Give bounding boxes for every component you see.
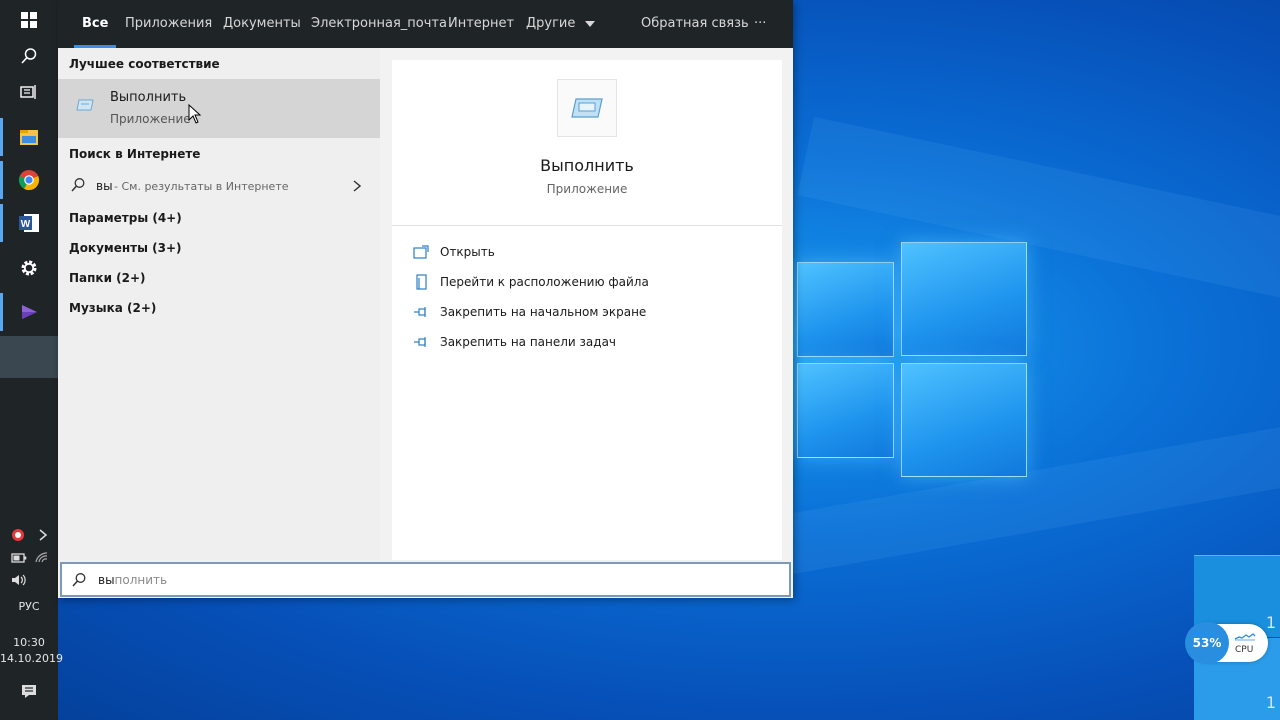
tray-expand-button[interactable] — [0, 526, 58, 544]
web-search-suffix: - См. результаты в Интернете — [114, 180, 289, 193]
taskbar-file-explorer[interactable] — [0, 118, 58, 156]
best-match-heading: Лучшее соответствие — [69, 57, 220, 71]
windows-logo-icon — [21, 12, 37, 28]
result-preview: Выполнить Приложение Открыть Перейти к р… — [392, 60, 782, 560]
task-view-button[interactable] — [0, 76, 58, 108]
run-app-icon — [76, 99, 94, 111]
taskbar-media-player[interactable] — [0, 293, 58, 331]
notification-icon — [22, 685, 36, 698]
tab-all[interactable]: Все — [73, 0, 118, 48]
category-settings[interactable]: Параметры (4+) — [69, 211, 182, 225]
search-typed-text: вы — [98, 572, 115, 587]
web-search-query: вы — [96, 179, 113, 193]
action-open-file-location-label: Перейти к расположению файла — [440, 275, 649, 289]
windows-logo-pane — [901, 242, 1027, 356]
tab-web[interactable]: Интернет — [448, 0, 514, 48]
cpu-counter-bottom: 1 — [1265, 693, 1276, 712]
windows-logo-pane — [901, 363, 1027, 477]
results-list: Лучшее соответствие Выполнить Приложение… — [58, 48, 380, 560]
start-button[interactable] — [0, 4, 58, 36]
tab-other-label: Другие — [526, 16, 576, 31]
action-open-file-location[interactable]: Перейти к расположению файла — [412, 271, 649, 293]
search-input[interactable]: вы полнить — [60, 562, 791, 597]
action-pin-start[interactable]: Закрепить на начальном экране — [412, 301, 646, 323]
file-location-icon — [412, 274, 430, 290]
chevron-right-icon — [353, 180, 361, 192]
tab-apps[interactable]: Приложения — [125, 0, 212, 48]
best-match-title: Выполнить — [110, 90, 187, 105]
windows-logo-pane — [797, 363, 894, 458]
svg-text:W: W — [21, 219, 31, 230]
taskbar: W РУС 10:30 14.10.2019 — [0, 0, 63, 720]
web-search-result[interactable]: вы - См. результаты в Интернете — [58, 173, 380, 199]
tray-volume[interactable] — [0, 572, 58, 588]
word-icon: W — [19, 214, 39, 232]
action-open-label: Открыть — [440, 245, 495, 259]
tray-wifi[interactable] — [0, 550, 58, 566]
more-options-button[interactable]: ··· — [754, 0, 766, 48]
taskbar-active-window[interactable] — [0, 336, 58, 378]
feedback-link[interactable]: Обратная связь — [641, 0, 749, 48]
category-music[interactable]: Музыка (2+) — [69, 301, 156, 315]
mouse-cursor-icon — [188, 104, 202, 124]
action-pin-start-label: Закрепить на начальном экране — [440, 305, 647, 319]
action-pin-taskbar-label: Закрепить на панели задач — [440, 335, 617, 349]
media-player-icon — [22, 305, 37, 319]
best-match-subtitle: Приложение — [110, 112, 191, 126]
gear-icon — [21, 260, 37, 276]
wifi-icon — [35, 552, 48, 563]
action-open[interactable]: Открыть — [412, 241, 495, 263]
search-icon — [71, 178, 85, 192]
preview-title: Выполнить — [540, 156, 634, 175]
tray-time[interactable]: 10:30 — [0, 636, 58, 649]
preview-divider — [392, 225, 782, 226]
preview-subtitle: Приложение — [546, 182, 628, 196]
action-center-button[interactable] — [0, 680, 58, 702]
action-pin-taskbar[interactable]: Закрепить на панели задач — [412, 331, 616, 353]
tab-other[interactable]: Другие — [526, 0, 595, 48]
cpu-percent-circle: 53% — [1185, 622, 1229, 664]
cpu-label: CPU — [1235, 645, 1254, 655]
search-icon — [21, 48, 37, 64]
cpu-counter-top: 1 — [1265, 613, 1276, 632]
best-match-result[interactable]: Выполнить Приложение — [58, 79, 380, 138]
task-view-icon — [20, 85, 36, 99]
search-button[interactable] — [0, 40, 58, 72]
file-explorer-icon — [20, 130, 38, 145]
taskbar-settings[interactable] — [0, 249, 58, 287]
cpu-percent: 53% — [1192, 636, 1222, 650]
search-panel: Все Приложения Документы Электронная_поч… — [58, 0, 793, 598]
tray-date[interactable]: 14.10.2019 — [0, 652, 63, 665]
pin-icon — [412, 334, 430, 350]
cpu-sparkline-icon — [1234, 633, 1256, 641]
volume-icon — [12, 574, 26, 586]
tab-email[interactable]: Электронная_почта — [311, 0, 447, 48]
category-documents[interactable]: Документы (3+) — [69, 241, 182, 255]
web-search-heading: Поиск в Интернете — [69, 147, 201, 161]
run-app-icon — [571, 98, 603, 118]
caret-down-icon — [584, 20, 595, 27]
taskbar-chrome[interactable] — [0, 161, 58, 199]
preview-app-icon — [557, 79, 617, 137]
chevron-right-icon — [39, 529, 48, 541]
category-folders[interactable]: Папки (2+) — [69, 271, 146, 285]
pin-icon — [412, 304, 430, 320]
open-icon — [412, 244, 430, 260]
tab-documents[interactable]: Документы — [223, 0, 301, 48]
search-tabs: Все Приложения Документы Электронная_поч… — [58, 0, 793, 48]
search-completion-text: полнить — [114, 572, 168, 587]
search-icon — [72, 572, 86, 587]
cpu-widget[interactable]: 1 1 53% CPU — [1185, 555, 1280, 720]
tray-language[interactable]: РУС — [0, 600, 58, 613]
taskbar-word[interactable]: W — [0, 204, 58, 242]
windows-logo-pane — [797, 262, 894, 357]
chrome-icon — [18, 170, 40, 191]
